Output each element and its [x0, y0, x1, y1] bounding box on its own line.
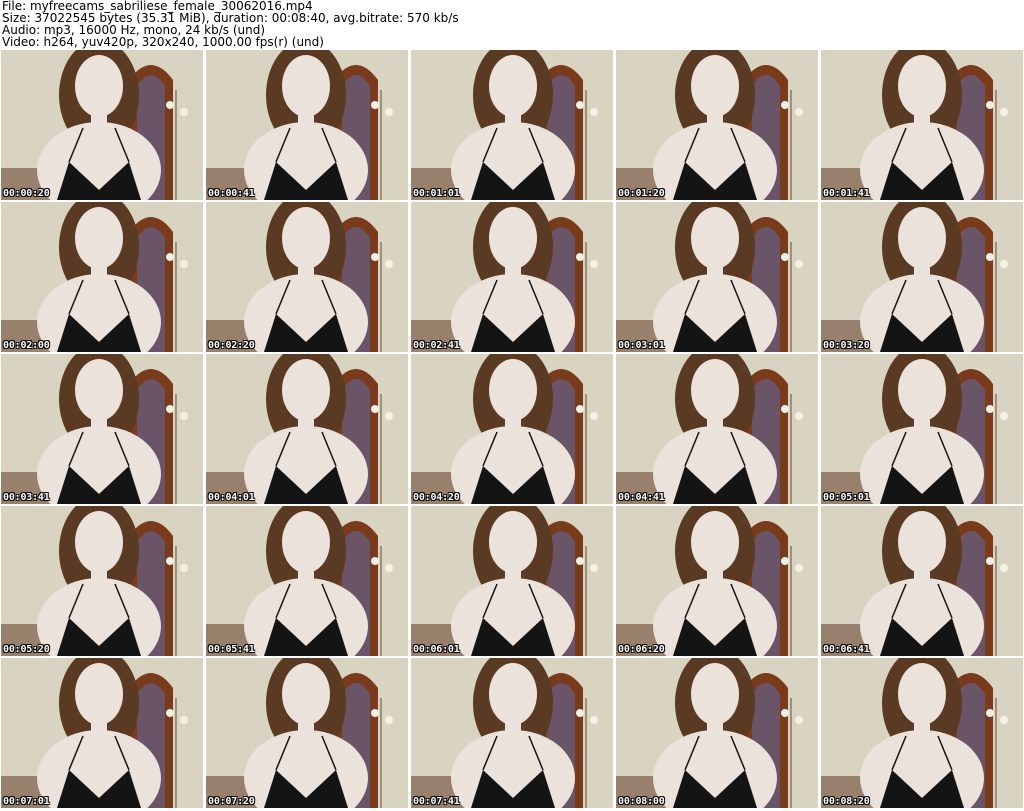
frame-scene — [206, 202, 408, 352]
frame-scene — [821, 506, 1023, 656]
frame-timestamp: 00:00:41 — [208, 188, 255, 199]
video-frame-thumbnail: 00:08:20 — [821, 658, 1023, 808]
video-frame-thumbnail: 00:01:01 — [411, 50, 613, 200]
frame-scene — [821, 658, 1023, 808]
video-frame-thumbnail: 00:04:41 — [616, 354, 818, 504]
video-frame-thumbnail: 00:03:41 — [1, 354, 203, 504]
frame-scene — [821, 354, 1023, 504]
frame-timestamp: 00:05:20 — [3, 644, 50, 655]
video-frame-thumbnail: 00:07:01 — [1, 658, 203, 808]
frame-scene — [821, 50, 1023, 200]
frame-scene — [616, 50, 818, 200]
video-frame-thumbnail: 00:00:20 — [1, 50, 203, 200]
frame-timestamp: 00:00:20 — [3, 188, 50, 199]
video-frame-thumbnail: 00:07:20 — [206, 658, 408, 808]
video-frame-thumbnail: 00:04:20 — [411, 354, 613, 504]
frame-scene — [411, 506, 613, 656]
video-frame-thumbnail: 00:06:20 — [616, 506, 818, 656]
frame-timestamp: 00:08:20 — [823, 796, 870, 807]
video-frame-thumbnail: 00:08:00 — [616, 658, 818, 808]
frame-timestamp: 00:06:41 — [823, 644, 870, 655]
frame-scene — [616, 506, 818, 656]
frame-timestamp: 00:08:00 — [618, 796, 665, 807]
frame-scene — [1, 354, 203, 504]
frame-timestamp: 00:03:01 — [618, 340, 665, 351]
video-frame-thumbnail: 00:04:01 — [206, 354, 408, 504]
frame-timestamp: 00:03:20 — [823, 340, 870, 351]
frame-scene — [616, 202, 818, 352]
frame-scene — [411, 202, 613, 352]
video-frame-thumbnail: 00:02:20 — [206, 202, 408, 352]
frame-scene — [206, 658, 408, 808]
video-frame-thumbnail: 00:03:01 — [616, 202, 818, 352]
frame-timestamp: 00:04:41 — [618, 492, 665, 503]
frame-timestamp: 00:02:00 — [3, 340, 50, 351]
frame-scene — [411, 354, 613, 504]
video-frame-thumbnail: 00:06:41 — [821, 506, 1023, 656]
frame-timestamp: 00:04:01 — [208, 492, 255, 503]
video-frame-thumbnail: 00:06:01 — [411, 506, 613, 656]
video-frame-thumbnail: 00:05:01 — [821, 354, 1023, 504]
thumbnail-grid: 00:00:20 00:00:41 00:01:01 00:01:20 00:01:41… — [1, 50, 1023, 811]
video-frame-thumbnail: 00:01:41 — [821, 50, 1023, 200]
frame-timestamp: 00:02:20 — [208, 340, 255, 351]
video-frame-thumbnail: 00:02:41 — [411, 202, 613, 352]
frame-timestamp: 00:04:20 — [413, 492, 460, 503]
frame-scene — [616, 354, 818, 504]
frame-scene — [206, 354, 408, 504]
video-frame-thumbnail: 00:07:41 — [411, 658, 613, 808]
video-frame-thumbnail: 00:01:20 — [616, 50, 818, 200]
frame-timestamp: 00:06:01 — [413, 644, 460, 655]
video-frame-thumbnail: 00:00:41 — [206, 50, 408, 200]
frame-timestamp: 00:03:41 — [3, 492, 50, 503]
frame-timestamp: 00:05:41 — [208, 644, 255, 655]
frame-timestamp: 00:07:01 — [3, 796, 50, 807]
frame-scene — [411, 50, 613, 200]
video-frame-thumbnail: 00:05:20 — [1, 506, 203, 656]
frame-timestamp: 00:06:20 — [618, 644, 665, 655]
frame-scene — [1, 202, 203, 352]
frame-timestamp: 00:05:01 — [823, 492, 870, 503]
frame-timestamp: 00:01:20 — [618, 188, 665, 199]
frame-scene — [206, 50, 408, 200]
frame-scene — [821, 202, 1023, 352]
video-frame-thumbnail: 00:05:41 — [206, 506, 408, 656]
frame-scene — [206, 506, 408, 656]
frame-timestamp: 00:01:01 — [413, 188, 460, 199]
frame-timestamp: 00:02:41 — [413, 340, 460, 351]
frame-scene — [1, 50, 203, 200]
frame-scene — [411, 658, 613, 808]
frame-timestamp: 00:01:41 — [823, 188, 870, 199]
file-info-header: File: myfreecams_sabriliese_female_30062… — [2, 0, 1020, 48]
video-frame-thumbnail: 00:03:20 — [821, 202, 1023, 352]
frame-scene — [1, 506, 203, 656]
video-info-line: Video: h264, yuv420p, 320x240, 1000.00 f… — [2, 35, 324, 49]
frame-scene — [1, 658, 203, 808]
frame-timestamp: 00:07:20 — [208, 796, 255, 807]
frame-scene — [616, 658, 818, 808]
video-frame-thumbnail: 00:02:00 — [1, 202, 203, 352]
frame-timestamp: 00:07:41 — [413, 796, 460, 807]
